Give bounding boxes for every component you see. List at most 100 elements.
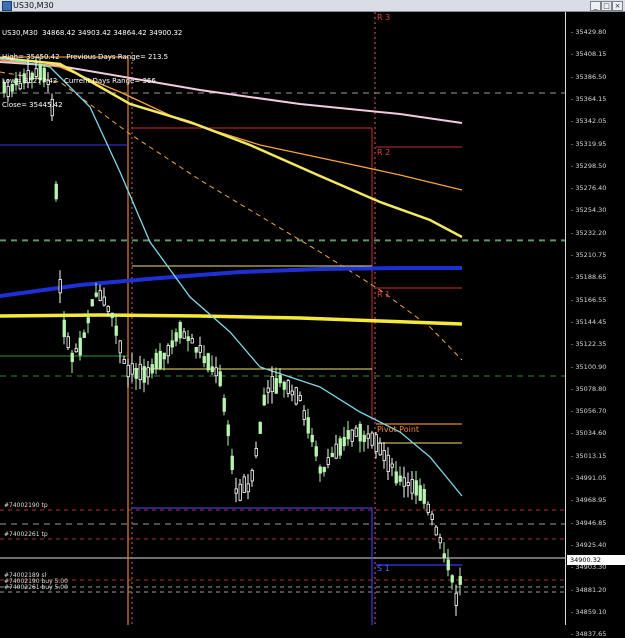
candle-body [274,378,278,394]
maximize-button[interactable]: □ [601,1,612,11]
candle-body [82,332,86,338]
level-s1-label: S 1 [377,564,390,573]
candle-body [178,322,182,339]
candle-body [262,394,266,406]
price-tick-label: - 35276.40 [571,184,607,193]
candle-body [74,348,78,353]
candle-body [66,336,70,348]
candle-body [386,454,390,472]
candle-body [410,479,414,494]
candle-body [306,417,310,434]
candle-body [270,376,274,393]
price-tick-label: - 35100.90 [571,362,607,371]
candle-body [202,356,206,364]
candle-body [190,338,194,344]
window-titlebar: US30,M30 _ □ × [0,0,625,12]
candle-body [122,359,126,364]
candle-body [298,394,302,401]
candle-body [206,353,210,371]
candle-body [358,423,362,442]
candle-body [398,475,402,482]
candle-body [166,345,170,357]
candle-body [138,363,142,381]
candle-body [314,446,318,457]
candle-body [62,319,66,338]
candle-body [318,466,322,474]
moving-average-blue [0,266,462,298]
candle-body [218,371,222,387]
candle-body [378,442,382,456]
price-tick-label: - 35319.95 [571,139,607,148]
candle-body [58,279,62,294]
candle-body [154,352,158,369]
price-tick-label: - 35298.50 [571,161,607,170]
candle-body [198,345,202,353]
price-tick-label: - 34881.20 [571,585,607,594]
price-tick-label: - 35386.50 [571,72,607,81]
current-price-tag: 34900.32 [567,555,625,565]
chart-window-icon [2,1,12,11]
pivot-point-label: Pivot Point [377,425,420,434]
candle-body [174,332,178,342]
candle-body [210,366,214,373]
candle-body [402,477,406,487]
price-tick-label: - 34991.05 [571,474,607,482]
candle-body [350,429,354,442]
candle-body [290,390,294,396]
candle-body [146,367,150,378]
candle-body [234,488,238,494]
candle-body [86,317,90,324]
candle-body [426,503,430,513]
candle-body [326,457,330,465]
trade-tp-label: #74002261 tp [4,531,48,538]
candle-body [310,434,314,443]
candle-body [130,363,134,375]
candle-body [286,380,290,394]
candle-body [302,410,306,420]
candle-body [242,476,246,493]
candle-body [338,438,342,456]
level-r2-label: R 2 [377,148,391,157]
moving-average-yellow-thick [0,313,463,326]
price-tick-label: - 34837.65 [571,630,607,638]
price-tick-label: - 35034.60 [571,429,607,438]
candle-body [162,352,166,360]
window-title: US30,M30 [13,1,54,10]
candle-body [330,452,334,458]
low-line: Low= 35277.42 Current Days Range= 366 [2,77,156,85]
candle-body [442,553,446,559]
price-chart[interactable]: US30,M30 34868.42 34903.42 34864.42 3490… [0,12,625,638]
price-tick-label: - 35188.65 [571,273,607,282]
price-tick-label: - 35056.70 [571,407,607,416]
candle-body [370,432,374,446]
minimize-button[interactable]: _ [590,1,601,11]
candle-body [258,421,262,434]
candle-body [434,526,438,536]
price-tick-label: - 35364.15 [571,94,607,103]
candle-body [254,448,258,457]
candle-body [182,331,186,339]
candle-body [106,305,110,313]
candle-body [222,398,226,412]
candle-body [422,489,426,504]
candle-body [126,364,130,378]
candle-body [342,436,346,447]
close-line: Close= 35445.42 [2,101,63,109]
price-axis[interactable]: - 35429.80 - 35408.15 - 35386.50 - 35364.15… [565,12,625,638]
candle-body [374,434,378,453]
candle-body [446,559,450,571]
candle-body [394,471,398,484]
price-tick-label: - 35232.20 [571,228,607,237]
candle-body [346,430,350,440]
candle-body [158,350,162,369]
close-button[interactable]: × [612,1,623,11]
candle-body [90,299,94,307]
candle-body [322,466,326,473]
candle-body [438,537,442,544]
candle-body [114,325,118,336]
chart-info-panel: US30,M30 34868.42 34903.42 34864.42 3490… [2,13,182,125]
candle-body [450,575,454,583]
candle-body [382,450,386,461]
ohlc-line: US30,M30 34868.42 34903.42 34864.42 3490… [2,29,183,37]
level-r3-label: R 3 [377,13,391,22]
